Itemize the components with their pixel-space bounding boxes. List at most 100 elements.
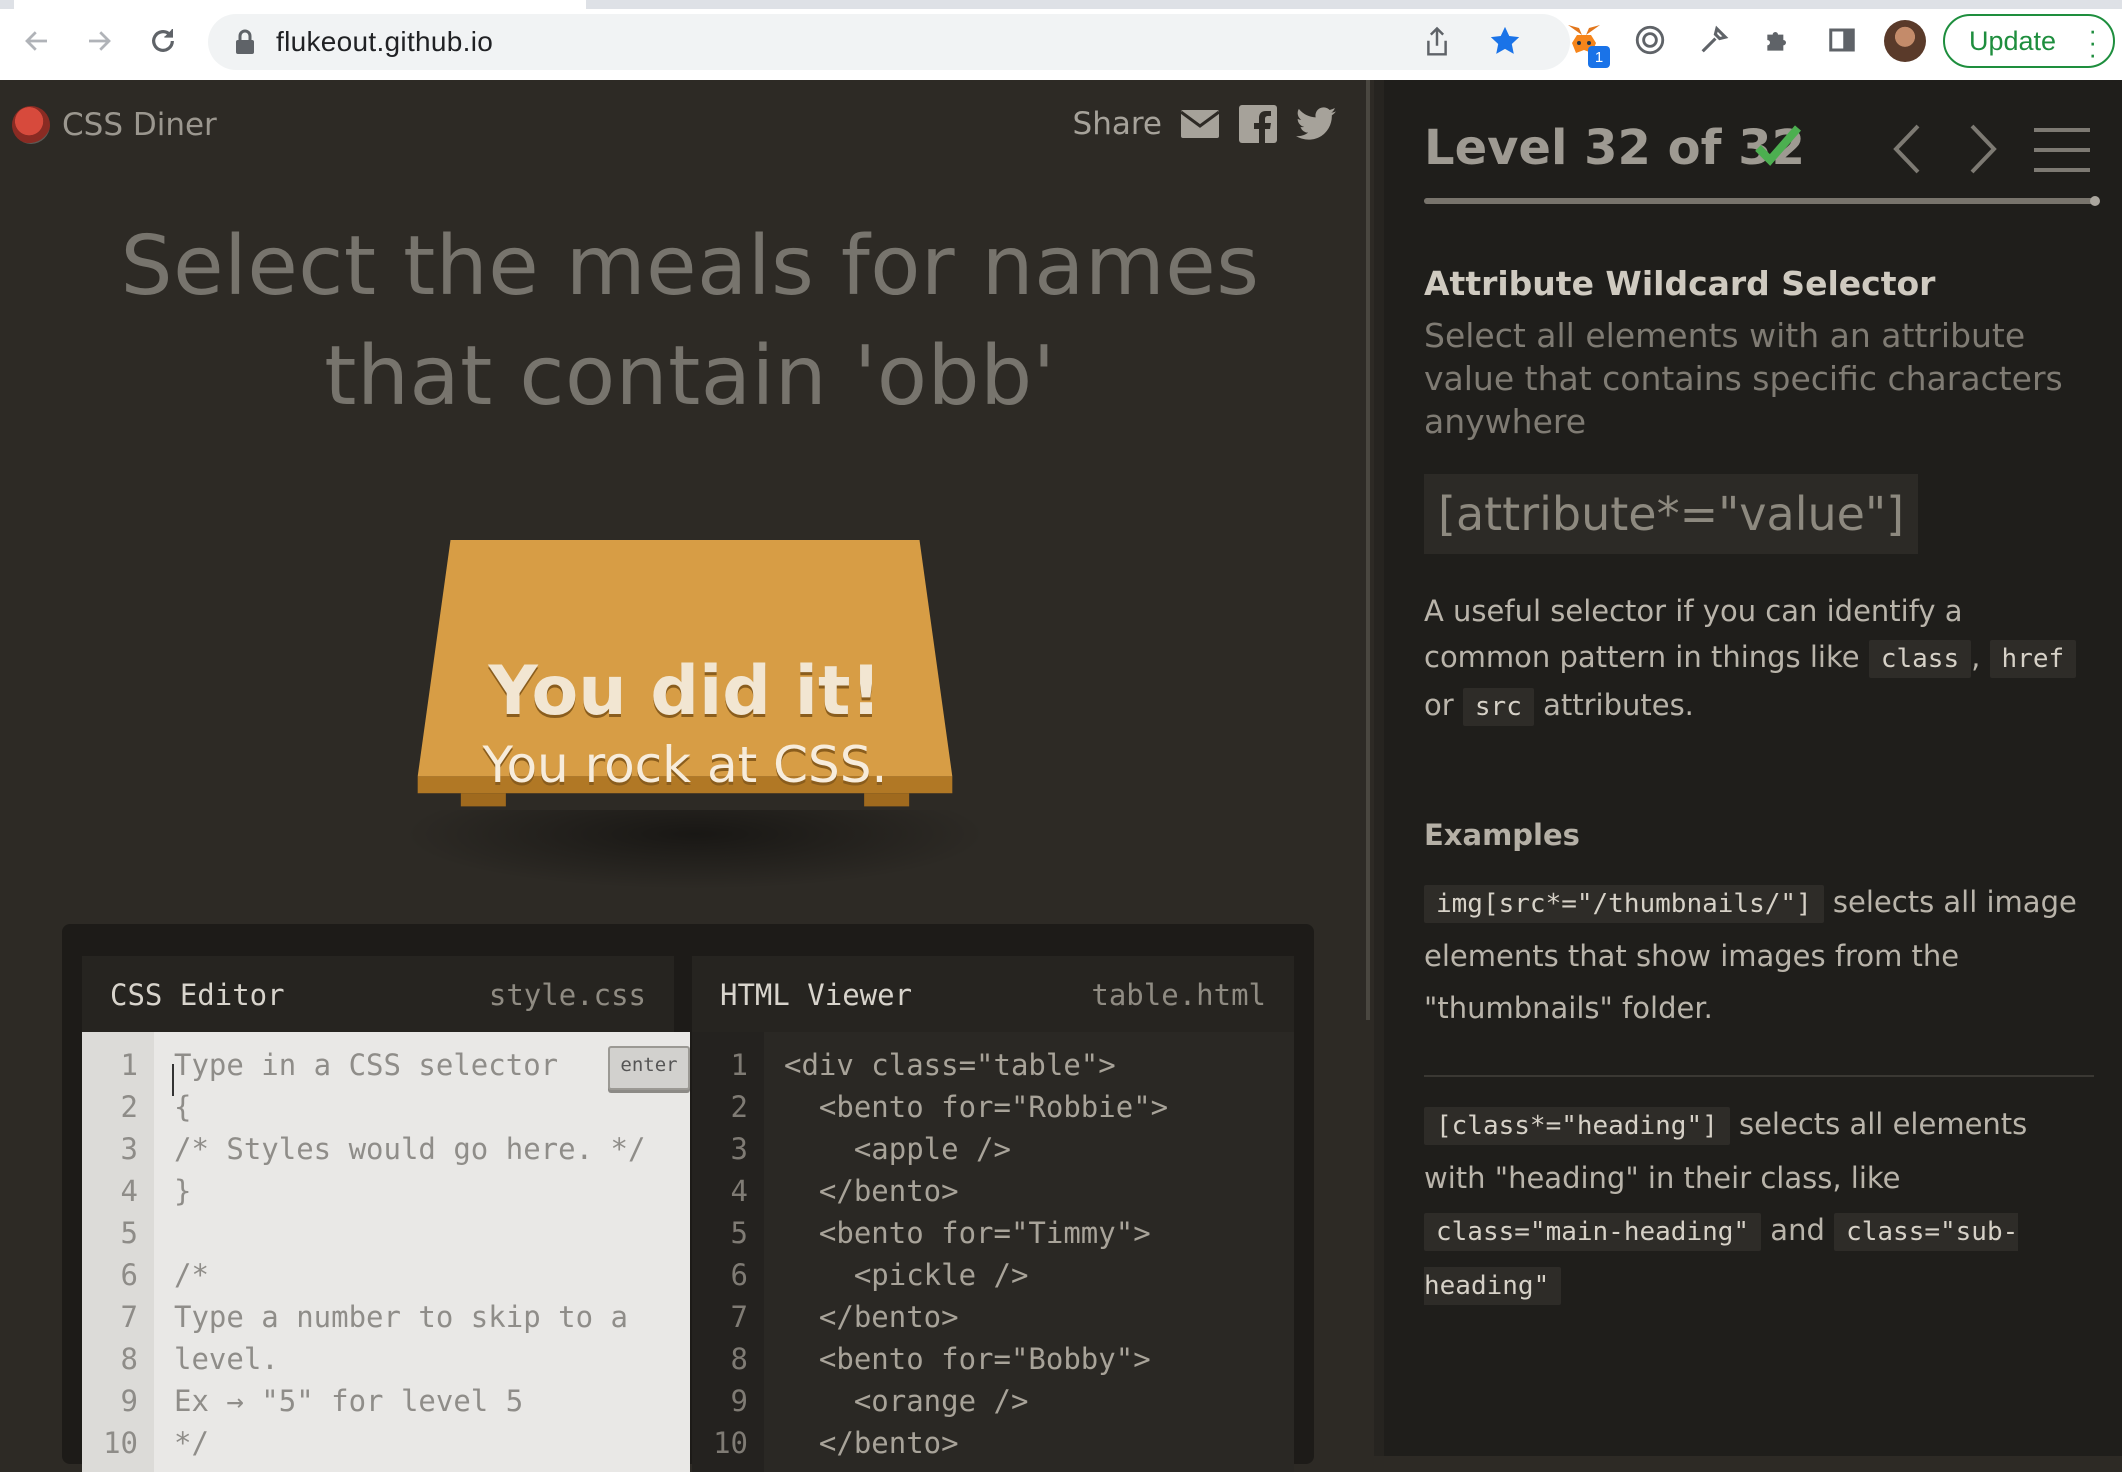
enter-button[interactable]: enter bbox=[608, 1046, 690, 1090]
share-label: Share bbox=[1072, 106, 1162, 142]
address-bar[interactable]: flukeout.github.io bbox=[208, 14, 1570, 70]
hint-text-after: attributes. bbox=[1543, 688, 1694, 722]
line-number: 6 bbox=[120, 1258, 138, 1292]
code-line: /* Styles would go here. */ bbox=[174, 1132, 646, 1166]
level-instruction: Select the meals for names that contain … bbox=[120, 219, 1260, 424]
level-indicator: Level 32 of 32 bbox=[1424, 120, 1806, 176]
reload-icon bbox=[152, 29, 174, 52]
code-line: <apple /> bbox=[784, 1132, 1011, 1166]
example-heading: [class*="heading"] selects all elements … bbox=[1424, 1098, 2096, 1312]
success-title: You did it! bbox=[488, 652, 882, 731]
example2-code: [class*="heading"] bbox=[1424, 1107, 1730, 1145]
example1-code: img[src*="/thumbnails/"] bbox=[1424, 885, 1824, 923]
hint-or: or bbox=[1424, 688, 1454, 722]
line-number: 10 bbox=[103, 1426, 138, 1460]
level-menu-icon[interactable] bbox=[2034, 126, 2090, 174]
forward-button[interactable] bbox=[78, 20, 120, 62]
code-line: Ex → "5" for level 5 bbox=[174, 1384, 524, 1418]
profile-avatar[interactable] bbox=[1884, 20, 1926, 62]
back-button[interactable] bbox=[16, 20, 58, 62]
app-name: CSS Diner bbox=[62, 107, 217, 143]
progress-fill bbox=[1424, 198, 2094, 204]
html-viewer-title: HTML Viewer bbox=[720, 978, 913, 1012]
table-shadow bbox=[400, 810, 990, 890]
line-number: 7 bbox=[120, 1300, 138, 1334]
code-line: <bento for="Robbie"> bbox=[784, 1090, 1169, 1124]
line-number: 3 bbox=[120, 1132, 138, 1166]
email-icon[interactable] bbox=[1180, 104, 1220, 144]
bookmark-star-icon[interactable] bbox=[1488, 24, 1522, 58]
extensions-button[interactable] bbox=[1758, 20, 1798, 60]
level-sidebar: Level 32 of 32 Attribute Wildcard Select… bbox=[1374, 80, 2122, 1456]
level-complete-check-icon bbox=[1755, 125, 1802, 166]
pane-divider[interactable] bbox=[1364, 80, 1374, 1456]
line-number: 9 bbox=[120, 1384, 138, 1418]
css-file-name: style.css bbox=[488, 978, 646, 1012]
arrow-right-icon bbox=[89, 31, 111, 51]
share-bar: Share bbox=[1073, 104, 1336, 144]
line-number: 9 bbox=[730, 1384, 748, 1418]
active-tab[interactable] bbox=[14, 0, 586, 9]
line-number: 2 bbox=[120, 1090, 138, 1124]
code-line: /* bbox=[174, 1258, 209, 1292]
side-panel-button[interactable] bbox=[1822, 20, 1862, 60]
code-line: Type in a CSS selector bbox=[174, 1048, 559, 1082]
css-editor-title: CSS Editor bbox=[110, 978, 285, 1012]
html-viewer-area: 1 <div class="table"> 2 <bento for="Robbie… bbox=[692, 1032, 1294, 1472]
line-number: 7 bbox=[730, 1300, 748, 1334]
tab-strip bbox=[0, 0, 2122, 9]
share-page-icon[interactable] bbox=[1422, 26, 1452, 58]
line-number: 4 bbox=[120, 1174, 138, 1208]
selector-title: Select all elements with an attribute va… bbox=[1424, 316, 2063, 441]
code-line: <bento for="Timmy"> bbox=[784, 1216, 1151, 1250]
url-text: flukeout.github.io bbox=[276, 26, 494, 57]
line-number: 8 bbox=[120, 1342, 138, 1376]
text-caret bbox=[172, 1064, 174, 1096]
code-line: </bento> bbox=[784, 1174, 959, 1208]
update-button[interactable]: Update · · · bbox=[1943, 14, 2115, 68]
code-line: <orange /> bbox=[784, 1384, 1029, 1418]
html-file-name: table.html bbox=[1091, 978, 1266, 1012]
css-input-area[interactable]: 1 Type in a CSS selector 2 {3 /* Styles woul… bbox=[82, 1032, 690, 1472]
success-subtitle: You rock at CSS. bbox=[482, 736, 888, 794]
next-level-button[interactable] bbox=[1966, 122, 2000, 176]
logo[interactable]: CSS Diner bbox=[12, 106, 217, 144]
line-number: 2 bbox=[730, 1090, 748, 1124]
sidebar-edge bbox=[1374, 80, 1384, 1456]
progress-knob bbox=[2090, 196, 2100, 206]
css-editor-header: CSS Editor style.css bbox=[82, 956, 674, 1032]
twitter-icon[interactable] bbox=[1296, 104, 1336, 144]
circle-extension[interactable] bbox=[1630, 20, 1670, 60]
puzzle-icon bbox=[1767, 32, 1786, 51]
eyedropper-extension[interactable] bbox=[1694, 20, 1734, 60]
line-number: 6 bbox=[730, 1258, 748, 1292]
line-number: 10 bbox=[713, 1426, 748, 1460]
line-number: 4 bbox=[730, 1174, 748, 1208]
scrollbar[interactable] bbox=[1366, 80, 1370, 1020]
example-thumbnails: img[src*="/thumbnails/"] selects all ima… bbox=[1424, 876, 2096, 1034]
line-number: 3 bbox=[730, 1132, 748, 1166]
extension-badge: 1 bbox=[1588, 46, 1610, 68]
dining-table: You did it! You rock at CSS. bbox=[400, 540, 990, 960]
spiral-icon bbox=[1635, 25, 1665, 55]
facebook-icon[interactable] bbox=[1238, 104, 1278, 144]
hint-code-class: class bbox=[1868, 640, 1972, 678]
more-menu-icon[interactable]: · · · bbox=[2088, 17, 2097, 67]
hint-code-src: src bbox=[1462, 688, 1534, 726]
code-line: } bbox=[174, 1174, 192, 1208]
lock-icon[interactable] bbox=[234, 28, 256, 56]
line-number: 1 bbox=[730, 1048, 748, 1082]
line-number: 5 bbox=[120, 1216, 138, 1250]
examples-divider bbox=[1424, 1075, 2094, 1077]
selector-syntax: [attribute*="value"] bbox=[1424, 474, 1919, 554]
side-panel-icon bbox=[1829, 28, 1855, 52]
code-line: level. bbox=[174, 1342, 279, 1376]
code-line: <pickle /> bbox=[784, 1258, 1029, 1292]
line-number: 5 bbox=[730, 1216, 748, 1250]
code-line: </bento> bbox=[784, 1426, 959, 1460]
selector-name: Attribute Wildcard Selector bbox=[1424, 264, 1936, 303]
level-progress-bar bbox=[1424, 196, 2100, 206]
game-pane: CSS Diner Share Select the meals for nam… bbox=[0, 80, 1364, 1472]
previous-level-button[interactable] bbox=[1890, 122, 1924, 176]
reload-button[interactable] bbox=[142, 20, 184, 62]
